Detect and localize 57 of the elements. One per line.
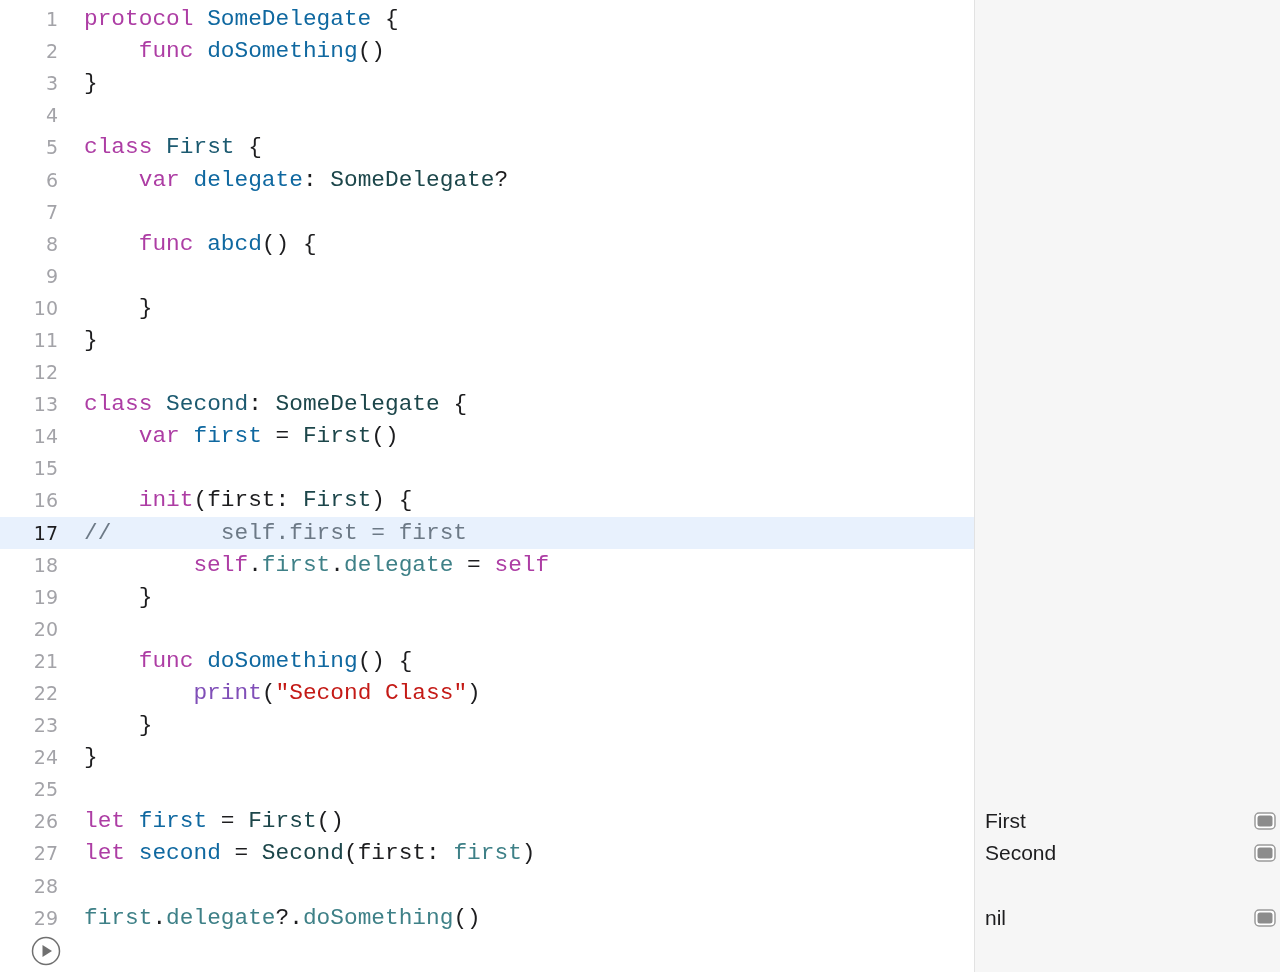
line-number: 16 xyxy=(32,489,58,512)
result-value: Second xyxy=(985,841,1057,866)
code-line: class Second: SomeDelegate { xyxy=(84,391,468,418)
code-line: let second = Second(first: first) xyxy=(84,840,536,867)
line-number: 8 xyxy=(44,232,58,255)
quick-look-icon[interactable] xyxy=(1254,908,1276,927)
result-value: First xyxy=(985,809,1026,834)
code-line: self.first.delegate = self xyxy=(192,551,550,578)
line-number: 20 xyxy=(32,617,58,640)
code-line: func doSomething() xyxy=(137,38,385,65)
code-line: let first = First() xyxy=(84,808,344,835)
line-number: 22 xyxy=(32,682,58,704)
line-number: 29 xyxy=(32,906,58,929)
line-number: 25 xyxy=(32,778,58,801)
code-line: var delegate: SomeDelegate? xyxy=(137,166,509,193)
code-line: } xyxy=(84,70,98,97)
result-value: nil xyxy=(985,905,1006,930)
code-line: init(first: First) { xyxy=(137,487,413,514)
line-number: 28 xyxy=(32,874,58,897)
code-line: } xyxy=(137,712,153,739)
code-line: class First { xyxy=(84,134,262,161)
code-line: } xyxy=(137,294,153,321)
code-line: func abcd() { xyxy=(137,230,317,257)
line-number: 11 xyxy=(32,329,58,351)
run-play-button[interactable] xyxy=(31,935,61,966)
line-number: 17 xyxy=(32,521,58,544)
line-number: 10 xyxy=(32,296,58,319)
line-number: 9 xyxy=(44,264,58,287)
code-line: } xyxy=(84,327,98,353)
line-number: 15 xyxy=(32,457,58,480)
line-number: 21 xyxy=(32,649,58,672)
line-number: 7 xyxy=(44,200,58,223)
line-number: 26 xyxy=(32,810,58,833)
line-number: 12 xyxy=(32,361,58,384)
code-line: func doSomething() { xyxy=(137,647,413,674)
line-number: 5 xyxy=(44,136,58,159)
code-line: print("Second Class") xyxy=(192,680,481,706)
line-number: 18 xyxy=(32,553,58,576)
code-line: first.delegate?.doSomething() xyxy=(84,904,481,931)
code-line: var first = First() xyxy=(137,423,399,450)
code-line: protocol SomeDelegate { xyxy=(84,6,399,33)
line-number: 13 xyxy=(32,393,58,416)
line-number: 4 xyxy=(44,104,58,127)
code-line: } xyxy=(84,744,98,771)
quick-look-icon[interactable] xyxy=(1254,812,1276,831)
line-number: 27 xyxy=(32,842,58,865)
line-number: 14 xyxy=(32,425,58,448)
line-number: 6 xyxy=(44,168,58,191)
line-number: 24 xyxy=(32,746,58,769)
line-number: 3 xyxy=(44,72,58,95)
line-number: 19 xyxy=(32,585,58,608)
line-number: 1 xyxy=(44,8,58,31)
code-line: } xyxy=(137,583,153,610)
code-line: // self.first = first xyxy=(84,519,468,546)
line-number: 23 xyxy=(32,714,58,737)
quick-look-icon[interactable] xyxy=(1254,844,1276,863)
line-number: 2 xyxy=(44,40,58,63)
